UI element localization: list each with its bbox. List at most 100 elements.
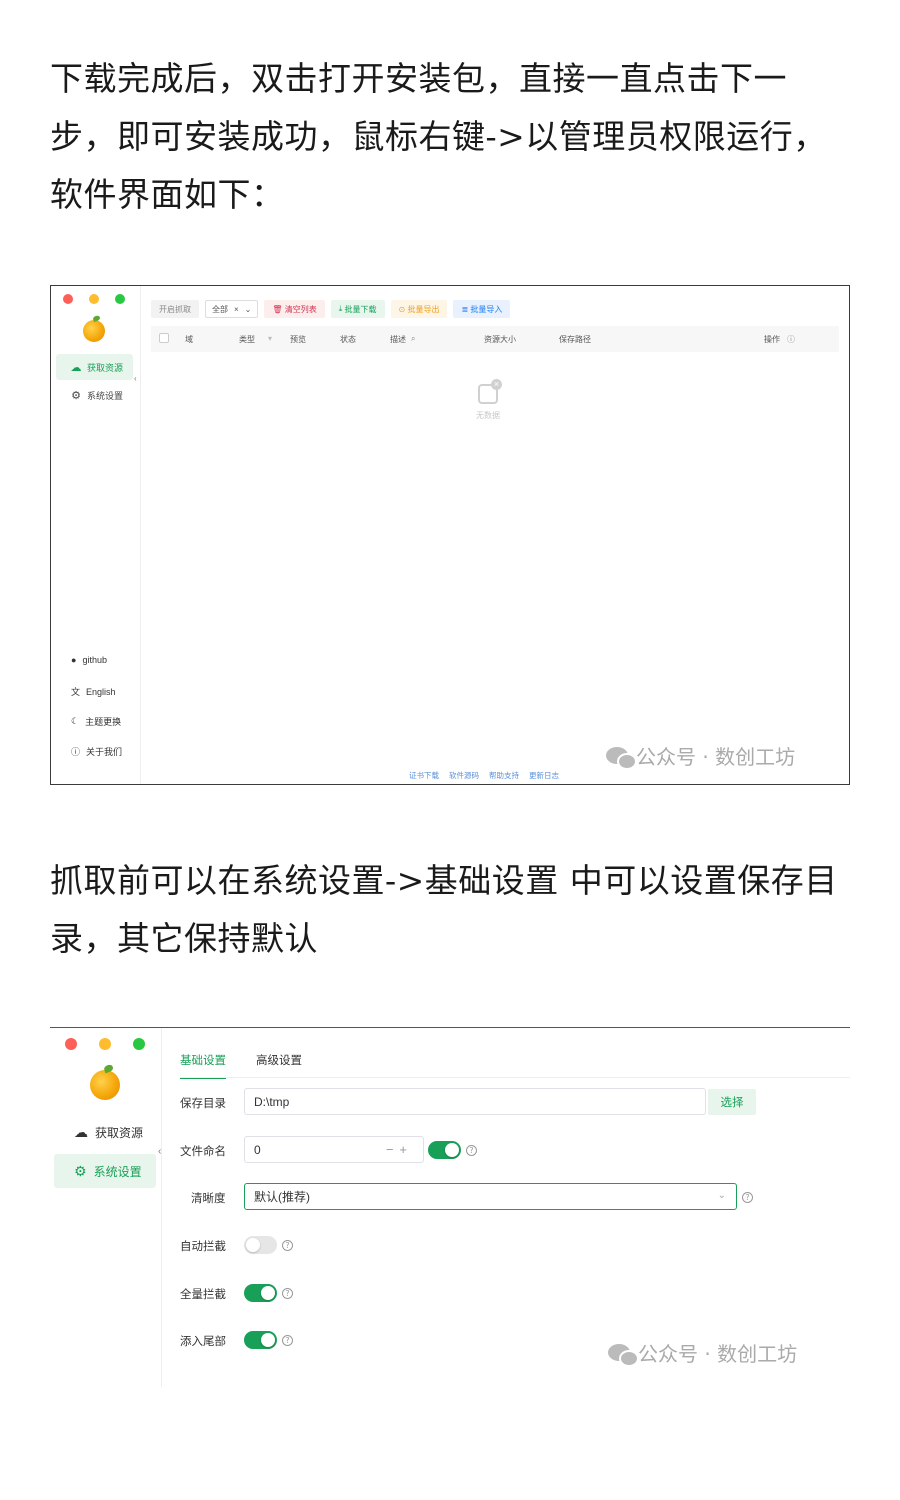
tab-basic-settings[interactable]: 基础设置 — [180, 1052, 226, 1079]
sidebar-item-label: 系统设置 — [87, 390, 124, 401]
help-circle-icon[interactable]: ⓘ — [787, 334, 795, 345]
app-screenshot-settings: ☁ 获取资源 ⚙ 系统设置 ‹ 基础设置 高级设置 保存目录 D:\tmp 选择… — [50, 1027, 850, 1387]
file-naming-toggle[interactable] — [428, 1141, 461, 1159]
clear-icon[interactable]: × — [234, 305, 239, 314]
full-intercept-label: 全量拦截 — [180, 1289, 226, 1301]
sidebar-item-label: 主题更换 — [85, 717, 122, 727]
stepper-controls[interactable]: −+ — [386, 1142, 413, 1157]
filter-select[interactable]: 全部 × ⌄ — [205, 300, 259, 318]
sidebar-item-label: 系统设置 — [93, 1164, 142, 1179]
cloud-icon: ☁ — [74, 1123, 88, 1140]
cloud-icon: ☁ — [70, 361, 82, 374]
sidebar-item-theme[interactable]: ☾ 主题更换 — [71, 715, 121, 728]
quality-select[interactable]: 默认(推荐) ⌄ — [244, 1183, 737, 1210]
intro-line-2: 步，即可安装成功，鼠标右键->以管理员权限运行， — [50, 117, 827, 156]
help-support-link[interactable]: 帮助支持 — [489, 770, 519, 781]
clear-list-button[interactable]: 🗑 清空列表 — [264, 300, 325, 318]
help-icon[interactable]: ? — [282, 1288, 293, 1299]
help-icon[interactable]: ? — [466, 1145, 477, 1156]
quality-label: 清晰度 — [191, 1193, 226, 1205]
toolbar: 开启抓取 全部 × ⌄ 🗑 清空列表 ⤓ 批量下载 ⊙ 批量导出 ≣ 批量导入 — [151, 300, 511, 318]
sidebar-item-label: 关于我们 — [86, 747, 123, 757]
trash-icon: 🗑 — [272, 304, 285, 314]
settings-line-2: 录，其它保持默认 — [50, 919, 318, 958]
app-logo — [90, 1070, 120, 1100]
sidebar-item-label: 获取资源 — [87, 362, 124, 373]
column-header[interactable]: 类型 — [239, 334, 255, 345]
footer-links: 证书下载 软件源码 帮助支持 更新日志 — [409, 770, 559, 781]
file-naming-value: 0 — [254, 1142, 261, 1157]
watermark-text: 公众号 · 数创工坊 — [636, 745, 796, 769]
minimize-window-button[interactable] — [99, 1038, 111, 1050]
batch-import-button[interactable]: ≣ 批量导入 — [453, 300, 511, 318]
save-dir-label: 保存目录 — [180, 1098, 226, 1110]
tab-divider — [180, 1077, 850, 1078]
sidebar-item-github[interactable]: ● github — [71, 655, 107, 665]
quality-value: 默认(推荐) — [254, 1190, 310, 1204]
search-icon[interactable]: ⌕ — [411, 334, 415, 344]
minimize-window-button[interactable] — [89, 294, 99, 304]
database-icon: ≣ — [461, 304, 471, 314]
app-screenshot-main: ☁ 获取资源 ⚙ 系统设置 ‹ ● github 文 English ☾ 主题更… — [50, 285, 850, 785]
sidebar-item-settings[interactable]: ⚙ 系统设置 — [56, 382, 133, 408]
intro-paragraph: 下载完成后，双击打开安装包，直接一直点击下一 步，即可安装成功，鼠标右键->以管… — [50, 50, 850, 224]
settings-line-1: 抓取前可以在系统设置->基础设置 中可以设置保存目 — [50, 861, 838, 900]
sidebar-item-get-resources[interactable]: ☁ 获取资源 — [56, 354, 133, 380]
column-header: 状态 — [340, 335, 356, 344]
translate-icon: 文 — [71, 687, 81, 697]
changelog-link[interactable]: 更新日志 — [529, 770, 559, 781]
full-intercept-toggle[interactable] — [244, 1284, 277, 1302]
column-header: 保存路径 — [559, 335, 591, 344]
start-capture-button[interactable]: 开启抓取 — [151, 300, 199, 318]
auto-intercept-label: 自动拦截 — [180, 1241, 226, 1253]
empty-state: 无数据 — [476, 379, 502, 421]
maximize-window-button[interactable] — [133, 1038, 145, 1050]
filter-select-value: 全部 — [212, 304, 228, 314]
column-header: 域 — [185, 335, 193, 344]
batch-download-button[interactable]: ⤓ 批量下载 — [330, 300, 385, 318]
collapse-sidebar-icon[interactable]: ‹ — [158, 1146, 161, 1157]
moon-icon: ☾ — [71, 716, 80, 726]
collapse-sidebar-icon[interactable]: ‹ — [134, 374, 137, 383]
tab-advanced-settings[interactable]: 高级设置 — [256, 1052, 302, 1079]
column-header: 资源大小 — [484, 335, 516, 344]
file-naming-stepper[interactable]: 0 −+ — [244, 1136, 424, 1163]
help-icon[interactable]: ? — [282, 1335, 293, 1346]
settings-tabs: 基础设置 高级设置 — [180, 1052, 302, 1079]
watermark: 公众号 · 数创工坊 — [608, 1338, 797, 1367]
save-dir-value: D:\tmp — [254, 1094, 290, 1109]
help-icon[interactable]: ? — [282, 1240, 293, 1251]
close-window-button[interactable] — [63, 294, 73, 304]
batch-export-button[interactable]: ⊙ 批量导出 — [390, 300, 448, 318]
sidebar-item-get-resources[interactable]: ☁ 获取资源 — [54, 1115, 156, 1149]
empty-text: 无数据 — [476, 411, 500, 420]
insert-tail-label: 添入尾部 — [180, 1336, 226, 1348]
gear-icon: ⚙ — [74, 1162, 87, 1179]
watermark: 公众号 · 数创工坊 — [606, 741, 795, 770]
column-header: 操作 — [764, 335, 780, 344]
sidebar-item-about[interactable]: ⓘ 关于我们 — [71, 745, 122, 758]
file-naming-label: 文件命名 — [180, 1146, 226, 1158]
watermark-text: 公众号 · 数创工坊 — [638, 1342, 798, 1366]
button-label: 清空列表 — [284, 304, 317, 314]
sidebar-item-label: English — [86, 686, 116, 697]
choose-dir-button[interactable]: 选择 — [708, 1089, 756, 1115]
intro-line-3: 软件界面如下： — [50, 175, 285, 214]
cert-download-link[interactable]: 证书下载 — [409, 770, 439, 781]
gear-icon: ⚙ — [71, 389, 81, 402]
sidebar-item-language[interactable]: 文 English — [71, 685, 116, 698]
source-code-link[interactable]: 软件源码 — [449, 770, 479, 781]
auto-intercept-toggle[interactable] — [244, 1236, 277, 1254]
column-header: 描述 — [390, 335, 406, 344]
filter-icon[interactable]: ▾ — [268, 334, 272, 343]
settings-paragraph: 抓取前可以在系统设置->基础设置 中可以设置保存目 录，其它保持默认 — [50, 852, 850, 968]
maximize-window-button[interactable] — [115, 294, 125, 304]
help-icon[interactable]: ? — [742, 1192, 753, 1203]
sidebar-item-settings[interactable]: ⚙ 系统设置 — [54, 1154, 156, 1188]
select-all-checkbox[interactable] — [159, 333, 169, 343]
close-window-button[interactable] — [65, 1038, 77, 1050]
wechat-icon — [608, 1344, 639, 1367]
export-icon: ⊙ — [398, 304, 408, 314]
insert-tail-toggle[interactable] — [244, 1331, 277, 1349]
save-dir-input[interactable]: D:\tmp — [244, 1088, 706, 1115]
